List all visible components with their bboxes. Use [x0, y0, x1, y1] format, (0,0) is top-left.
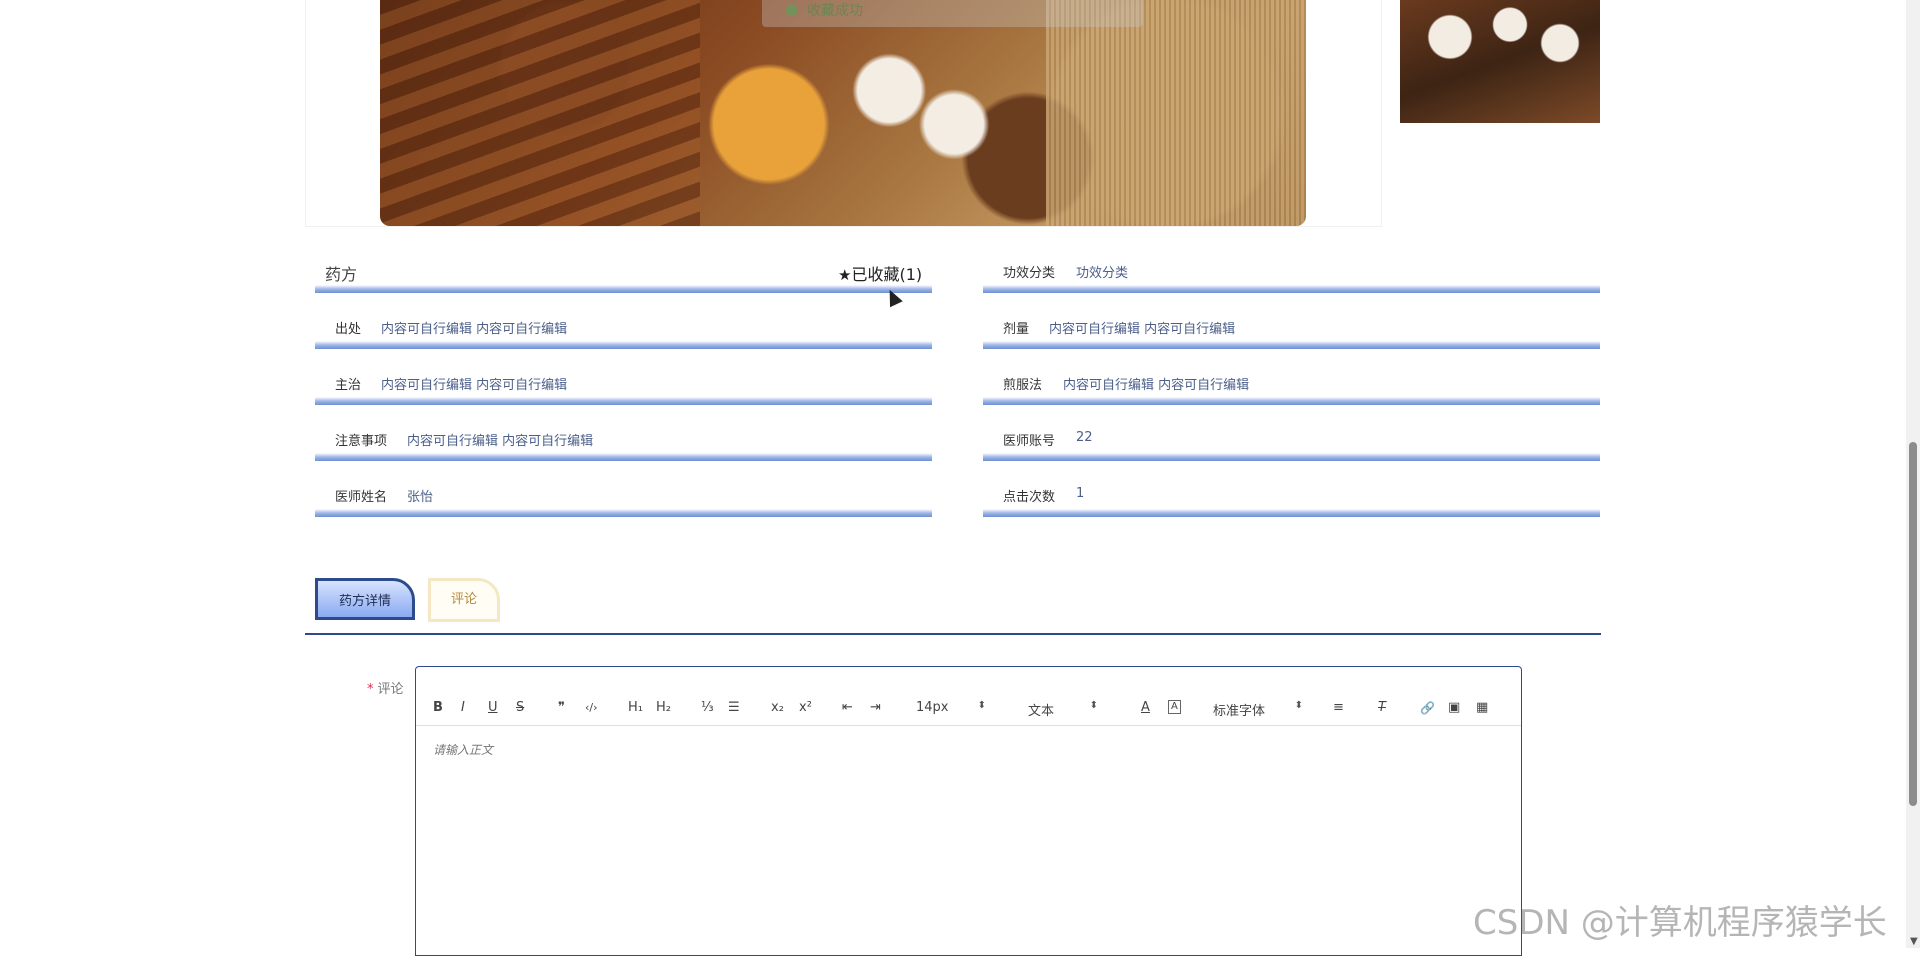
align-icon[interactable]: ≡: [1333, 700, 1344, 716]
link-icon[interactable]: 🔗: [1420, 700, 1435, 716]
quote-icon[interactable]: ❞: [558, 700, 565, 716]
info-value: 22: [1076, 430, 1093, 445]
indent-icon[interactable]: ⇥: [870, 700, 881, 716]
outdent-icon[interactable]: ⇤: [842, 700, 853, 716]
info-row-doctor-account: 医师账号 22: [983, 424, 1600, 461]
chevron-updown-icon: ⬍: [1294, 700, 1303, 711]
ordered-list-icon[interactable]: ⅓: [701, 700, 714, 716]
h1-icon[interactable]: H₁: [628, 700, 643, 716]
info-label: 点击次数: [1003, 490, 1056, 505]
info-row-dosage: 剂量 内容可自行编辑 内容可自行编辑: [983, 312, 1600, 349]
h2-icon[interactable]: H₂: [656, 700, 671, 716]
image-book-region: [1046, 0, 1306, 226]
success-toast: 收藏成功: [762, 0, 1143, 27]
chevron-updown-icon: ⬍: [977, 700, 986, 711]
info-label: 出处: [335, 322, 362, 337]
comment-label: * 评论: [367, 678, 404, 697]
info-row-source: 出处 内容可自行编辑 内容可自行编辑: [315, 312, 932, 349]
info-value: 内容可自行编辑 内容可自行编辑: [381, 322, 568, 337]
tab-divider: [305, 633, 1601, 635]
watermark: CSDN @计算机程序猿学长: [1473, 903, 1887, 943]
info-value: 内容可自行编辑 内容可自行编辑: [381, 378, 568, 393]
recipe-main-image: [380, 0, 1306, 226]
info-row-click-count: 点击次数 1: [983, 480, 1600, 517]
info-value: 1: [1076, 486, 1085, 501]
info-value: 内容可自行编辑 内容可自行编辑: [1063, 378, 1250, 393]
info-value: 内容可自行编辑 内容可自行编辑: [1049, 322, 1236, 337]
info-value: 张怡: [407, 490, 434, 505]
info-value: 内容可自行编辑 内容可自行编辑: [407, 434, 594, 449]
scrollbar-thumb[interactable]: [1909, 442, 1917, 806]
image-wood-region: [380, 0, 700, 226]
image-icon[interactable]: ▣: [1448, 700, 1460, 716]
success-icon: [786, 4, 798, 16]
bullet-list-icon[interactable]: ☰: [728, 700, 740, 716]
info-row-doctor-name: 医师姓名 张怡: [315, 480, 932, 517]
info-row-indication: 主治 内容可自行编辑 内容可自行编辑: [315, 368, 932, 405]
favorite-label: 已收藏(1): [851, 265, 923, 284]
editor-placeholder: 请输入正文: [433, 743, 494, 757]
subscript-icon[interactable]: x₂: [771, 700, 784, 716]
favorite-button[interactable]: ★已收藏(1): [838, 261, 922, 285]
info-label: 注意事项: [335, 434, 388, 449]
superscript-icon[interactable]: x²: [799, 700, 812, 716]
info-label: 医师姓名: [335, 490, 388, 505]
block-type-select[interactable]: 文本 ⬍: [1028, 700, 1098, 719]
tab-recipe-detail[interactable]: 药方详情: [315, 578, 415, 620]
info-label: 功效分类: [1003, 266, 1056, 281]
comment-editor[interactable]: B I U S ❞ ‹/› H₁ H₂ ⅓ ☰ x₂ x² ⇤ ⇥ 14px ⬍ …: [415, 666, 1522, 956]
tab-comments[interactable]: 评论: [428, 578, 500, 622]
info-label: 剂量: [1003, 322, 1030, 337]
italic-icon[interactable]: I: [461, 700, 465, 716]
info-row-precautions: 注意事项 内容可自行编辑 内容可自行编辑: [315, 424, 932, 461]
star-icon: ★: [838, 266, 852, 284]
info-label: 煎服法: [1003, 378, 1043, 393]
font-family-select[interactable]: 标准字体 ⬍: [1213, 700, 1303, 719]
strike-icon[interactable]: S: [516, 700, 524, 716]
code-icon[interactable]: ‹/›: [585, 700, 598, 716]
chevron-updown-icon: ⬍: [1089, 700, 1098, 711]
font-size-select[interactable]: 14px ⬍: [916, 700, 986, 715]
font-color-icon[interactable]: A: [1141, 700, 1150, 716]
block-type-value: 文本: [1028, 704, 1055, 719]
font-size-value: 14px: [916, 700, 949, 715]
font-bg-color-icon[interactable]: A: [1168, 700, 1181, 714]
info-row-decoction: 煎服法 内容可自行编辑 内容可自行编辑: [983, 368, 1600, 405]
info-row-efficacy: 功效分类 功效分类: [983, 256, 1600, 293]
video-icon[interactable]: ▦: [1476, 700, 1488, 716]
info-label: 医师账号: [1003, 434, 1056, 449]
recipe-title: 药方: [325, 265, 358, 284]
bold-icon[interactable]: B: [433, 700, 443, 716]
info-value: 功效分类: [1076, 266, 1129, 281]
info-label: 主治: [335, 378, 362, 393]
underline-icon[interactable]: U: [488, 700, 498, 716]
comment-label-text: 评论: [377, 682, 404, 697]
clear-format-icon[interactable]: T: [1378, 700, 1386, 716]
editor-toolbar: B I U S ❞ ‹/› H₁ H₂ ⅓ ☰ x₂ x² ⇤ ⇥ 14px ⬍ …: [416, 691, 1521, 726]
required-mark: *: [367, 682, 374, 697]
toast-text: 收藏成功: [807, 3, 863, 19]
recipe-thumbnail[interactable]: [1400, 0, 1600, 123]
scroll-down-icon[interactable]: ▼: [1910, 936, 1918, 947]
font-family-value: 标准字体: [1213, 704, 1266, 719]
